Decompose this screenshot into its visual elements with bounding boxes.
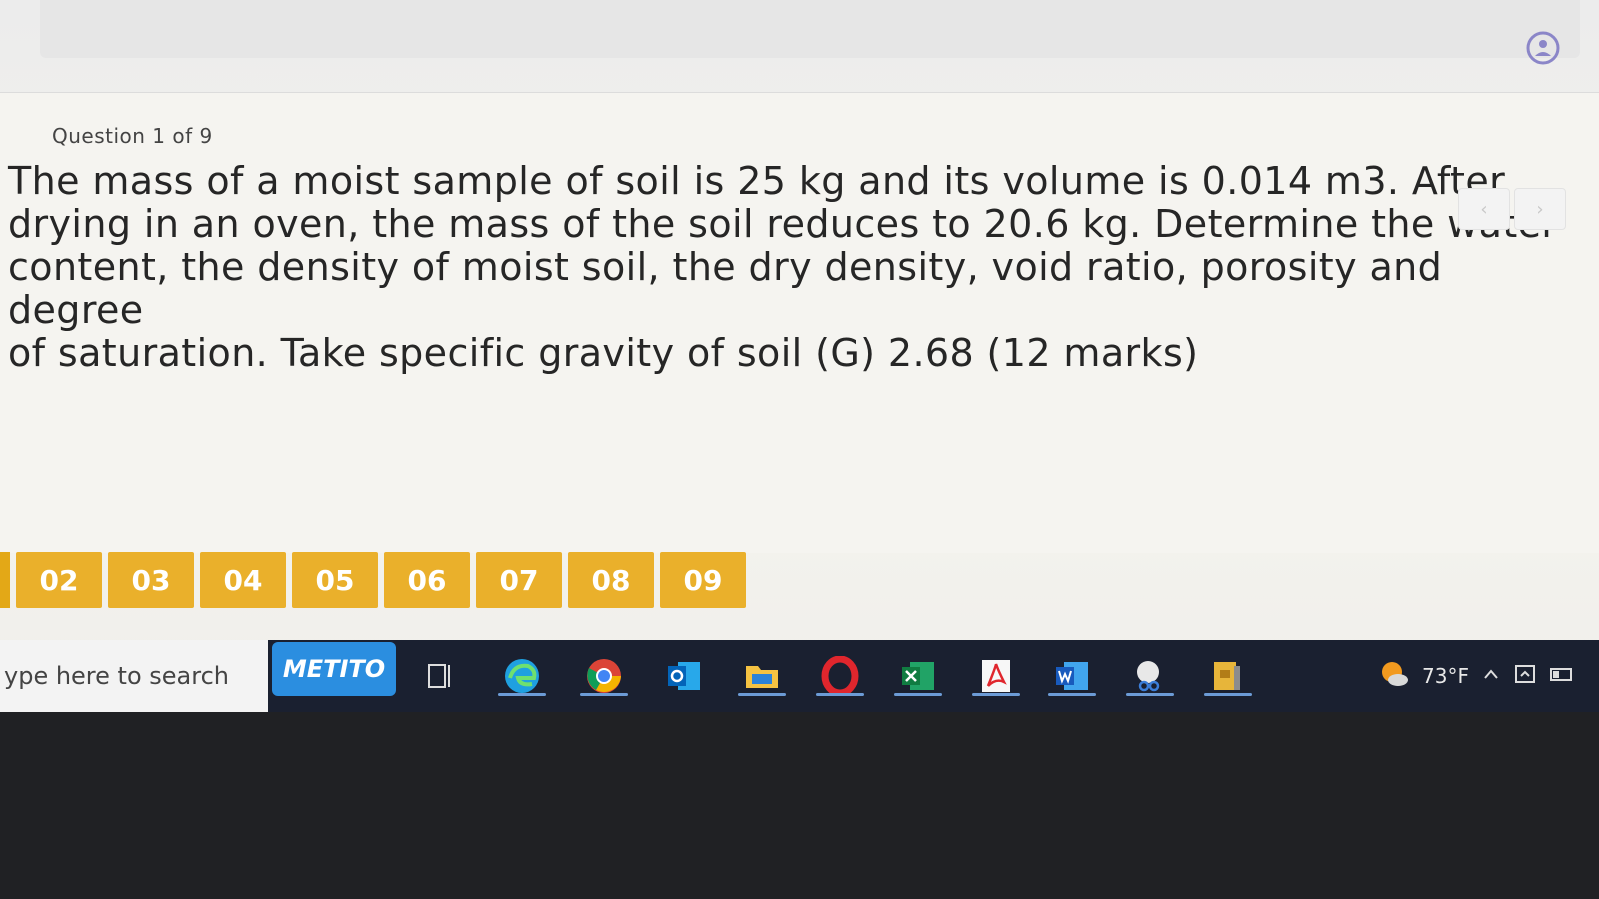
question-nav-button[interactable]: 04	[200, 552, 286, 608]
question-counter: Question 1 of 9	[52, 124, 213, 148]
question-nav-button-01-edge[interactable]	[0, 552, 10, 608]
archive-icon[interactable]	[1204, 652, 1252, 700]
file-explorer-active-indicator	[738, 693, 786, 696]
excel-icon[interactable]	[894, 652, 942, 700]
word-active-indicator	[1048, 693, 1096, 696]
user-icon[interactable]	[1525, 30, 1561, 66]
taskbar: ype here to search METITO 73°F	[0, 640, 1599, 712]
next-question-button[interactable]: ›	[1514, 188, 1566, 230]
file-explorer-icon[interactable]	[738, 652, 786, 700]
question-nav-button[interactable]: 06	[384, 552, 470, 608]
edge-active-indicator	[498, 693, 546, 696]
task-view-icon[interactable]	[416, 652, 464, 700]
question-navigator: 02 03 04 05 06 07 08 09	[0, 552, 746, 610]
question-nav-button[interactable]: 07	[476, 552, 562, 608]
network-icon[interactable]	[1513, 662, 1537, 691]
archive-active-indicator	[1204, 693, 1252, 696]
question-nav-button[interactable]: 02	[16, 552, 102, 608]
chrome-active-indicator	[580, 693, 628, 696]
battery-icon[interactable]	[1549, 664, 1575, 689]
snipping-tool-active-indicator	[1126, 693, 1174, 696]
acrobat-active-indicator	[972, 693, 1020, 696]
excel-active-indicator	[894, 693, 942, 696]
question-nav-button[interactable]: 03	[108, 552, 194, 608]
taskbar-search-input[interactable]: ype here to search	[0, 640, 268, 712]
browser-viewport: Question 1 of 9 The mass of a moist samp…	[0, 0, 1599, 714]
word-icon[interactable]	[1048, 652, 1096, 700]
chrome-icon[interactable]	[580, 652, 628, 700]
opera-active-indicator	[816, 693, 864, 696]
prev-question-button[interactable]: ‹	[1458, 188, 1510, 230]
snipping-tool-icon[interactable]	[1126, 652, 1174, 700]
chevron-up-icon[interactable]	[1481, 664, 1501, 689]
question-nav-button[interactable]: 09	[660, 552, 746, 608]
edge-icon[interactable]	[498, 652, 546, 700]
question-nav-button[interactable]: 05	[292, 552, 378, 608]
top-bar	[40, 0, 1580, 58]
temperature-label[interactable]: 73°F	[1422, 664, 1469, 688]
monitor-bezel	[0, 712, 1599, 899]
acrobat-icon[interactable]	[972, 652, 1020, 700]
metito-brand-button[interactable]: METITO	[272, 642, 396, 696]
question-nav-button[interactable]: 08	[568, 552, 654, 608]
opera-icon[interactable]	[816, 652, 864, 700]
outlook-icon[interactable]	[660, 652, 708, 700]
question-text: The mass of a moist sample of soil is 25…	[8, 159, 1557, 375]
system-tray: 73°F	[1378, 654, 1575, 698]
weather-icon[interactable]	[1378, 658, 1410, 695]
